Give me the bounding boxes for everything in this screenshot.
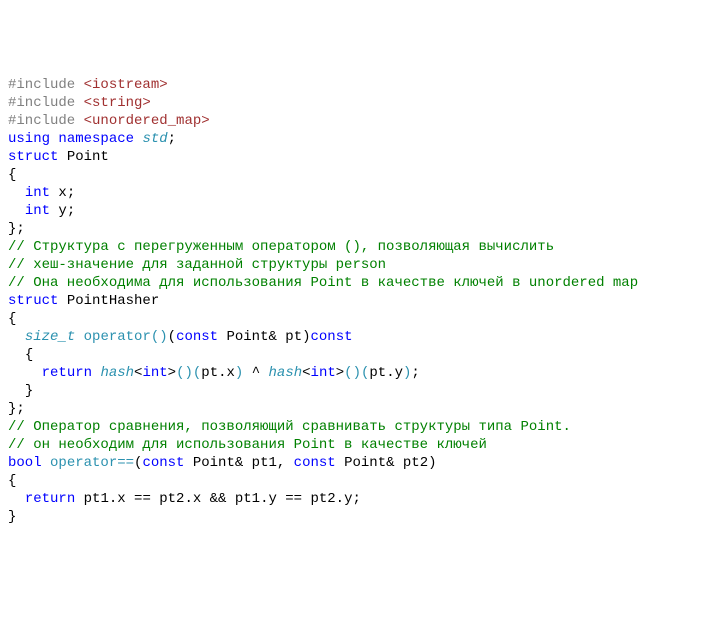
code-line: return hash<int>()(pt.x) ^ hash<int>()(p…	[8, 364, 712, 382]
code-line: {	[8, 346, 712, 364]
code-token	[8, 185, 25, 201]
code-line: #include <unordered_map>	[8, 112, 712, 130]
code-token: return	[42, 365, 92, 381]
code-token: PointHasher	[58, 293, 159, 309]
code-token: // он необходим для использования Point …	[8, 437, 487, 453]
code-line: using namespace std;	[8, 130, 712, 148]
code-token: pt.y	[369, 365, 403, 381]
code-line: }	[8, 508, 712, 526]
code-token: ;	[411, 365, 419, 381]
code-line: // Она необходима для использования Poin…	[8, 274, 712, 292]
code-line: return pt1.x == pt2.x && pt1.y == pt2.y;	[8, 490, 712, 508]
code-line: // хеш-значение для заданной структуры p…	[8, 256, 712, 274]
code-line: bool operator==(const Point& pt1, const …	[8, 454, 712, 472]
code-token	[8, 329, 25, 345]
code-token: const	[142, 455, 184, 471]
code-line: {	[8, 166, 712, 184]
code-token: Point& pt1,	[184, 455, 293, 471]
code-token	[8, 383, 25, 399]
code-token: }	[8, 509, 16, 525]
code-token	[42, 455, 50, 471]
code-token: #include	[8, 113, 84, 129]
code-token: x;	[50, 185, 75, 201]
code-line: int y;	[8, 202, 712, 220]
code-token: {	[8, 167, 16, 183]
code-token: <	[302, 365, 310, 381]
code-line: // Структура с перегруженным оператором …	[8, 238, 712, 256]
code-token: // хеш-значение для заданной структуры p…	[8, 257, 386, 273]
code-token: <string>	[84, 95, 151, 111]
code-token: #include	[8, 95, 84, 111]
code-token	[8, 347, 25, 363]
code-token: pt1.x == pt2.x && pt1.y == pt2.y;	[75, 491, 361, 507]
code-token	[8, 365, 42, 381]
code-token: int	[311, 365, 336, 381]
code-token: const	[176, 329, 218, 345]
code-token: return	[25, 491, 75, 507]
code-token: Point& pt	[218, 329, 302, 345]
code-token: using	[8, 131, 50, 147]
code-token: struct	[8, 149, 58, 165]
code-line: int x;	[8, 184, 712, 202]
code-line: size_t operator()(const Point& pt)const	[8, 328, 712, 346]
code-token: Point	[58, 149, 108, 165]
code-token: }	[25, 383, 33, 399]
code-token	[8, 203, 25, 219]
code-token: // Оператор сравнения, позволяющий сравн…	[8, 419, 571, 435]
code-token: #include	[8, 77, 84, 93]
code-token: ()(	[344, 365, 369, 381]
code-token: <unordered_map>	[84, 113, 210, 129]
code-token: struct	[8, 293, 58, 309]
code-line: #include <iostream>	[8, 76, 712, 94]
code-token: <iostream>	[84, 77, 168, 93]
code-token	[75, 329, 83, 345]
code-token	[8, 491, 25, 507]
code-token: hash	[100, 365, 134, 381]
code-token: >	[336, 365, 344, 381]
code-token: namespace	[58, 131, 134, 147]
code-token: y;	[50, 203, 75, 219]
code-token: Point& pt2	[336, 455, 428, 471]
code-token: bool	[8, 455, 42, 471]
code-token: size_t	[25, 329, 75, 345]
code-line: // Оператор сравнения, позволяющий сравн…	[8, 418, 712, 436]
code-line: };	[8, 400, 712, 418]
code-token: hash	[269, 365, 303, 381]
code-token: operator()	[84, 329, 168, 345]
code-line: {	[8, 472, 712, 490]
code-block: #include <iostream>#include <string>#inc…	[8, 76, 712, 526]
code-line: }	[8, 382, 712, 400]
code-token: ^	[243, 365, 268, 381]
code-line: // он необходим для использования Point …	[8, 436, 712, 454]
code-token: )	[428, 455, 436, 471]
code-token: )	[302, 329, 310, 345]
code-token: ()(	[176, 365, 201, 381]
code-token: std	[142, 131, 167, 147]
code-token: {	[8, 473, 16, 489]
code-line: struct PointHasher	[8, 292, 712, 310]
code-token: ;	[168, 131, 176, 147]
code-token: int	[142, 365, 167, 381]
code-line: };	[8, 220, 712, 238]
code-token: };	[8, 401, 25, 417]
code-token: pt.x	[201, 365, 235, 381]
code-token: >	[168, 365, 176, 381]
code-token: int	[25, 203, 50, 219]
code-token: (	[168, 329, 176, 345]
code-line: {	[8, 310, 712, 328]
code-token: // Структура с перегруженным оператором …	[8, 239, 554, 255]
code-token: const	[294, 455, 336, 471]
code-line: #include <string>	[8, 94, 712, 112]
code-token: int	[25, 185, 50, 201]
code-token: };	[8, 221, 25, 237]
code-token: // Она необходима для использования Poin…	[8, 275, 638, 291]
code-token: {	[8, 311, 16, 327]
code-token: const	[311, 329, 353, 345]
code-line: struct Point	[8, 148, 712, 166]
code-token: {	[25, 347, 33, 363]
code-token: operator==	[50, 455, 134, 471]
